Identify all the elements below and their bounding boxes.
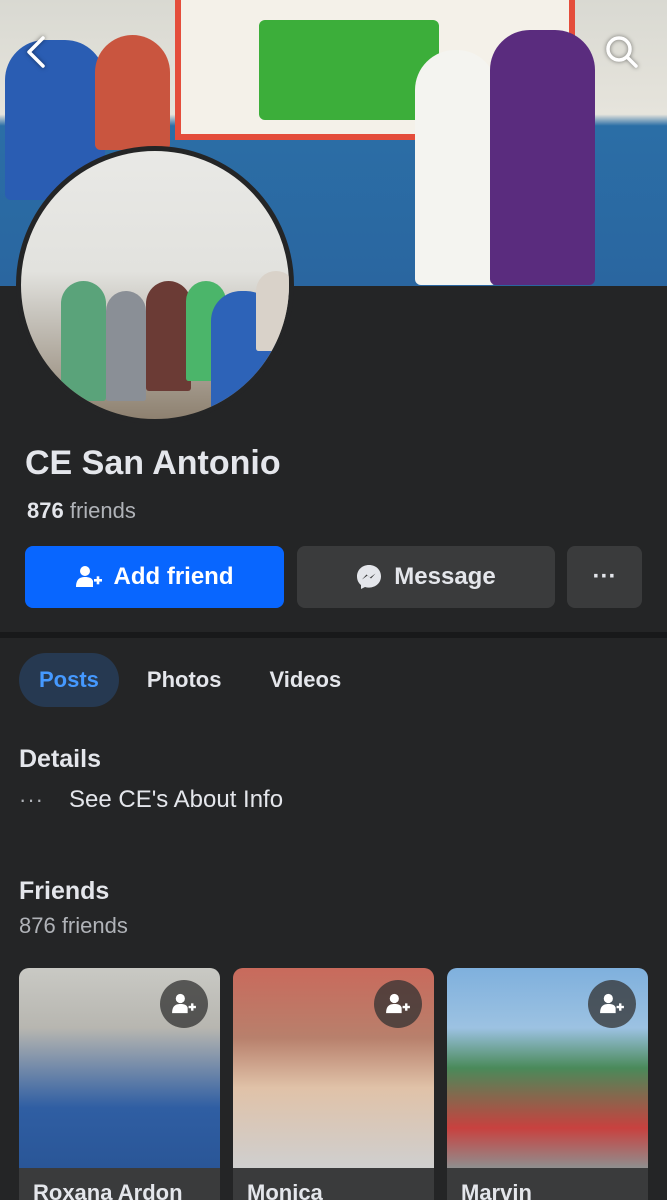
friend-card[interactable]: Monica [233, 968, 434, 1200]
avatar-person [256, 271, 289, 351]
friends-subcount: 876 friends [19, 913, 128, 938]
avatar-person [61, 281, 106, 401]
add-friend-fab[interactable] [588, 980, 636, 1028]
section-divider [0, 632, 667, 638]
cover-person [490, 30, 595, 285]
friends-count-number: 876 [27, 498, 64, 523]
friend-card[interactable]: Roxana Ardon [19, 968, 220, 1200]
cover-person [95, 35, 170, 150]
profile-tabs: Posts Photos Videos [19, 653, 361, 707]
add-person-icon [600, 993, 624, 1014]
add-friend-label: Add friend [113, 563, 234, 590]
friend-name: Marvin [461, 1180, 532, 1200]
friend-card[interactable]: Marvin [447, 968, 648, 1200]
avatar-person [146, 281, 191, 391]
chevron-left-icon [27, 36, 45, 68]
back-button[interactable] [14, 30, 58, 74]
more-options-button[interactable]: ··· [567, 546, 642, 608]
friends-count[interactable]: 876 friends [27, 498, 136, 524]
about-info-label: See CE's About Info [69, 786, 284, 813]
more-icon: ··· [592, 563, 617, 590]
mural-artwork [259, 20, 439, 120]
add-person-icon [386, 993, 410, 1014]
tab-photos[interactable]: Photos [127, 653, 242, 707]
profile-picture[interactable] [16, 146, 294, 424]
message-label: Message [394, 563, 496, 590]
add-friend-fab[interactable] [160, 980, 208, 1028]
friends-heading: Friends [19, 877, 110, 905]
more-dots-icon: ··· [19, 787, 44, 812]
tab-videos[interactable]: Videos [249, 653, 361, 707]
search-button[interactable] [600, 30, 644, 74]
about-info-link[interactable]: ··· See CE's About Info [19, 786, 283, 814]
add-person-icon [75, 566, 102, 587]
friend-name: Monica [247, 1180, 323, 1200]
cover-person [415, 50, 497, 285]
messenger-icon [357, 565, 382, 589]
tab-posts[interactable]: Posts [19, 653, 119, 707]
details-heading: Details [19, 745, 101, 773]
avatar-person [106, 291, 146, 401]
friend-name: Roxana Ardon [33, 1180, 183, 1200]
add-friend-button[interactable]: Add friend [25, 546, 284, 608]
add-friend-fab[interactable] [374, 980, 422, 1028]
search-icon [606, 36, 638, 68]
message-button[interactable]: Message [297, 546, 555, 608]
add-person-icon [172, 993, 196, 1014]
profile-name: CE San Antonio [25, 444, 281, 482]
friends-count-word: friends [69, 498, 136, 523]
